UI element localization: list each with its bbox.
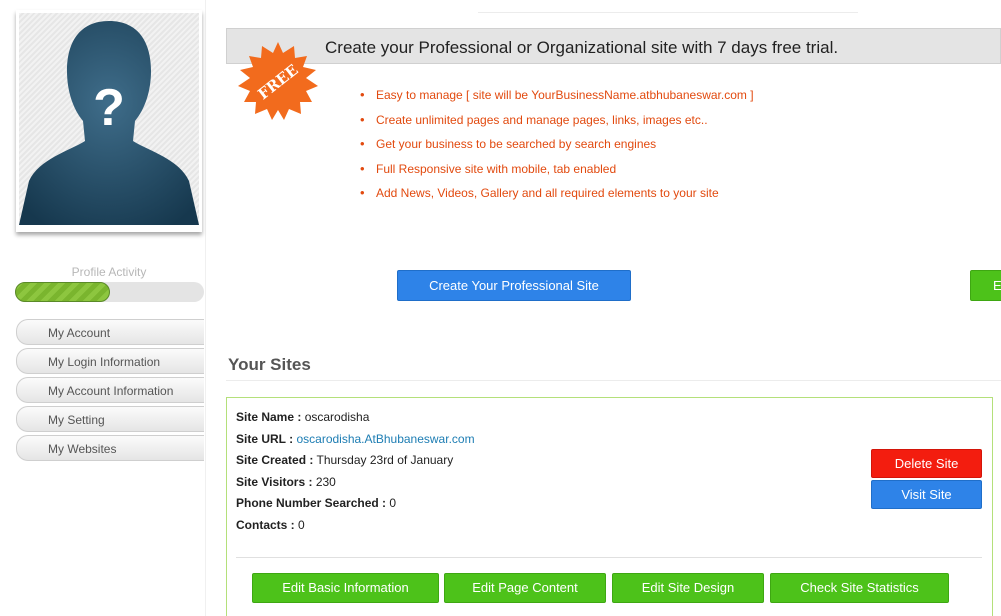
sidebar-item-my-account-information[interactable]: My Account Information (16, 377, 204, 403)
site-created-label: Site Created : (236, 453, 314, 467)
site-created-row: Site Created : Thursday 23rd of January (236, 453, 475, 475)
page: ? Profile Activity My Account My Login I… (0, 0, 1001, 616)
feature-item: Easy to manage [ site will be YourBusine… (358, 87, 754, 113)
feature-item: Add News, Videos, Gallery and all requir… (358, 185, 754, 211)
edit-basic-information-button[interactable]: Edit Basic Information (252, 573, 439, 603)
svg-text:?: ? (93, 79, 125, 137)
sidebar-item-my-setting[interactable]: My Setting (16, 406, 204, 432)
site-card-divider (236, 557, 982, 558)
edit-site-design-button[interactable]: Edit Site Design (612, 573, 764, 603)
create-professional-site-button[interactable]: Create Your Professional Site (397, 270, 631, 301)
profile-activity-progress (15, 282, 204, 302)
promo-feature-list: Easy to manage [ site will be YourBusine… (358, 87, 754, 211)
site-visitors-value: 230 (315, 474, 336, 489)
delete-site-button[interactable]: Delete Site (871, 449, 982, 478)
site-url-row: Site URL : oscarodisha.AtBhubaneswar.com (236, 432, 475, 454)
visit-site-button[interactable]: Visit Site (871, 480, 982, 509)
phone-searched-value: 0 (389, 496, 397, 510)
site-name-label: Site Name : (236, 410, 302, 424)
sidebar-item-my-login-information[interactable]: My Login Information (16, 348, 204, 374)
profile-activity-progress-fill (15, 282, 110, 302)
your-sites-divider (226, 380, 1001, 381)
feature-item: Full Responsive site with mobile, tab en… (358, 161, 754, 187)
site-created-value: Thursday 23rd of January (316, 453, 454, 467)
avatar[interactable]: ? (19, 13, 199, 225)
feature-item: Create unlimited pages and manage pages,… (358, 112, 754, 138)
top-divider (478, 12, 858, 13)
site-name-value: oscarodisha (304, 410, 370, 424)
contacts-row: Contacts : 0 (236, 518, 475, 540)
phone-searched-row: Phone Number Searched : 0 (236, 496, 475, 518)
site-name-row: Site Name : oscarodisha (236, 410, 475, 432)
promo-title: Create your Professional or Organization… (325, 38, 839, 57)
contacts-label: Contacts : (236, 517, 295, 532)
contacts-value: 0 (298, 517, 305, 532)
phone-searched-label: Phone Number Searched : (236, 496, 387, 510)
sidebar-item-my-websites[interactable]: My Websites (16, 435, 204, 461)
your-sites-heading: Your Sites (228, 355, 311, 374)
edit-page-content-button[interactable]: Edit Page Content (444, 573, 606, 603)
profile-activity-label: Profile Activity (71, 265, 147, 279)
site-url-link[interactable]: oscarodisha.AtBhubaneswar.com (296, 432, 474, 446)
unknown-user-icon: ? (19, 21, 199, 225)
free-badge-icon: FREE (238, 42, 318, 120)
feature-item: Get your business to be searched by sear… (358, 136, 754, 162)
site-visitors-label: Site Visitors : (236, 474, 313, 489)
sidebar: ? Profile Activity My Account My Login I… (0, 0, 206, 616)
site-visitors-row: Site Visitors : 230 (236, 475, 475, 497)
site-url-label: Site URL : (236, 431, 294, 446)
edge-green-button[interactable]: E (970, 270, 1001, 301)
avatar-frame: ? (16, 10, 202, 232)
site-details: Site Name : oscarodisha Site URL : oscar… (236, 410, 475, 539)
sidebar-menu: My Account My Login Information My Accou… (16, 319, 204, 464)
check-site-statistics-button[interactable]: Check Site Statistics (770, 573, 949, 603)
sidebar-item-my-account[interactable]: My Account (16, 319, 204, 345)
